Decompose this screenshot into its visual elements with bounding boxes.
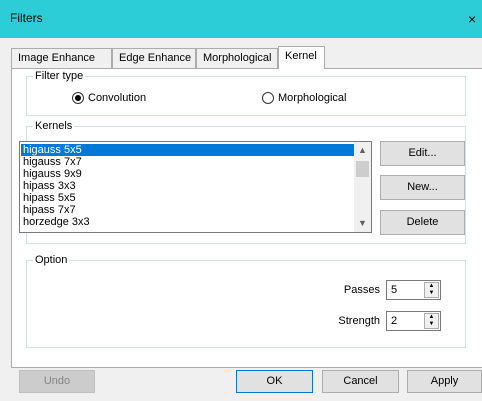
apply-button[interactable]: Apply — [407, 370, 482, 393]
list-item[interactable]: horzedge 3x3 — [21, 216, 356, 228]
list-item[interactable]: hipass 5x5 — [21, 192, 356, 204]
morphological-radio[interactable]: Morphological — [262, 92, 346, 104]
convolution-radio[interactable]: Convolution — [72, 92, 146, 104]
radio-unchecked-icon — [262, 92, 274, 104]
spin-down-icon[interactable]: ▼ — [425, 321, 438, 328]
tab-image-enhance[interactable]: Image Enhance — [11, 48, 112, 68]
tab-kernel[interactable]: Kernel — [278, 46, 325, 69]
tab-morphological[interactable]: Morphological — [196, 48, 278, 68]
strength-spinner[interactable]: 2 ▲ ▼ — [386, 311, 441, 331]
radio-checked-icon — [72, 92, 84, 104]
title-bar: Filters × — [0, 0, 482, 38]
delete-button[interactable]: Delete — [380, 210, 465, 235]
cancel-button[interactable]: Cancel — [322, 370, 399, 393]
option-group-label: Option — [33, 253, 70, 267]
kernels-listbox[interactable]: higauss 5x5 higauss 7x7 higauss 9x9 hipa… — [19, 141, 372, 233]
tab-edge-enhance[interactable]: Edge Enhance — [112, 48, 196, 68]
scroll-up-icon[interactable]: ▲ — [354, 142, 371, 159]
option-group: Option — [26, 253, 466, 348]
morphological-label: Morphological — [278, 92, 347, 104]
list-item[interactable]: higauss 7x7 — [21, 156, 356, 168]
undo-button[interactable]: Undo — [19, 370, 95, 393]
strength-label: Strength — [338, 315, 380, 327]
strength-updown[interactable]: ▲ ▼ — [424, 313, 439, 329]
spin-up-icon[interactable]: ▲ — [425, 314, 438, 321]
passes-label: Passes — [343, 284, 380, 296]
spin-down-icon[interactable]: ▼ — [425, 290, 438, 297]
list-item-selected[interactable]: higauss 5x5 — [21, 144, 356, 156]
list-item[interactable]: hipass 3x3 — [21, 180, 356, 192]
list-item[interactable]: hipass 7x7 — [21, 204, 356, 216]
list-scrollbar[interactable]: ▲ ▼ — [354, 142, 371, 232]
edit-button[interactable]: Edit... — [380, 141, 465, 166]
passes-value[interactable]: 5 — [391, 284, 397, 296]
strength-value[interactable]: 2 — [391, 315, 397, 327]
spin-up-icon[interactable]: ▲ — [425, 283, 438, 290]
scroll-thumb[interactable] — [356, 161, 369, 177]
filter-type-label: Filter type — [33, 69, 86, 83]
close-icon[interactable]: × — [468, 0, 482, 38]
kernels-group-label: Kernels — [33, 119, 75, 133]
list-item[interactable]: higauss 9x9 — [21, 168, 356, 180]
window-title: Filters — [10, 11, 43, 25]
new-button[interactable]: New... — [380, 175, 465, 200]
passes-updown[interactable]: ▲ ▼ — [424, 282, 439, 298]
passes-spinner[interactable]: 5 ▲ ▼ — [386, 280, 441, 300]
ok-button[interactable]: OK — [236, 370, 313, 393]
convolution-label: Convolution — [88, 92, 147, 104]
scroll-down-icon[interactable]: ▼ — [354, 215, 371, 232]
